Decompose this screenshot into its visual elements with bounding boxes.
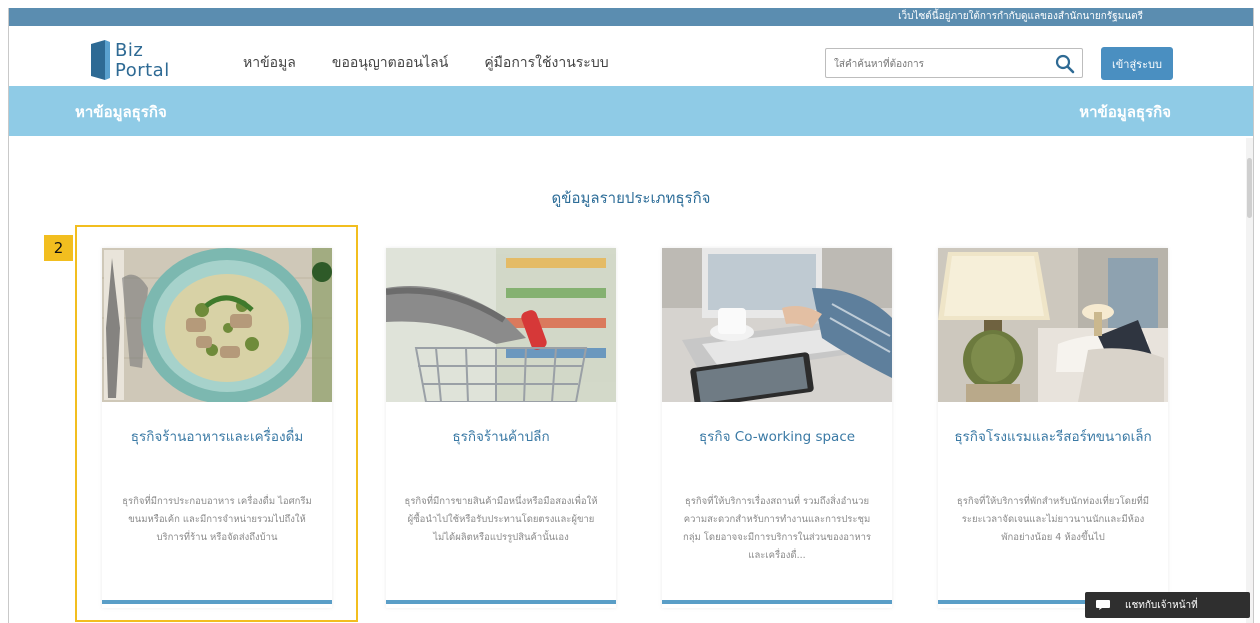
chat-with-staff-button[interactable]: แชทกับเจ้าหน้าที่	[1085, 592, 1250, 618]
card-description: ธุรกิจที่ให้บริการเรื่องสถานที่ รวมถึงสิ…	[682, 496, 872, 561]
breadcrumb[interactable]: หาข้อมูลธุรกิจ	[1079, 100, 1171, 124]
card-title[interactable]: ธุรกิจ Co-working space	[672, 424, 882, 450]
card-title[interactable]: ธุรกิจร้านค้าปลีก	[396, 424, 606, 450]
card-description: ธุรกิจที่ให้บริการที่พักสำหรับนักท่องเที…	[956, 496, 1150, 543]
card-image-shopping-cart	[386, 248, 616, 402]
card-description: ธุรกิจที่มีการขายสินค้ามือหนึ่งหรือมือสอ…	[404, 496, 598, 543]
search-input[interactable]	[834, 54, 1044, 74]
header: Biz Portal หาข้อมูล ขออนุญาตออนไลน์ คู่ม…	[9, 26, 1253, 92]
card-coworking[interactable]: ธุรกิจ Co-working space ธุรกิจที่ให้บริก…	[662, 248, 892, 608]
main-nav: หาข้อมูล ขออนุญาตออนไลน์ คู่มือการใช้งาน…	[243, 52, 609, 74]
card-title[interactable]: ธุรกิจโรงแรมและรีสอร์ทขนาดเล็ก	[948, 424, 1158, 450]
card-image-laptop-coffee	[662, 248, 892, 402]
business-types-heading: ดูข้อมูลรายประเภทธุรกิจ	[551, 189, 711, 207]
chat-label: แชทกับเจ้าหน้าที่	[1125, 600, 1198, 611]
highlight-box	[75, 225, 358, 622]
card-retail[interactable]: ธุรกิจร้านค้าปลีก ธุรกิจที่มีการขายสินค้…	[386, 248, 616, 608]
step-badge: 2	[44, 235, 73, 261]
logo-text-portal: Portal	[115, 60, 170, 81]
search-icon[interactable]	[1054, 53, 1076, 75]
logo-door-icon	[91, 40, 110, 80]
logo-text-biz: Biz	[115, 40, 144, 61]
login-button[interactable]: เข้าสู่ระบบ	[1101, 47, 1173, 80]
page-title: หาข้อมูลธุรกิจ	[75, 103, 167, 121]
search-box	[825, 48, 1083, 78]
nav-item-user-manual[interactable]: คู่มือการใช้งานระบบ	[484, 52, 608, 74]
nav-item-find-info[interactable]: หาข้อมูล	[243, 52, 296, 74]
section-bar: หาข้อมูลธุรกิจ หาข้อมูลธุรกิจ	[9, 86, 1253, 136]
card-image-hotel-lamp	[938, 248, 1168, 402]
chat-bubble-icon	[1096, 600, 1110, 610]
card-hotel[interactable]: ธุรกิจโรงแรมและรีสอร์ทขนาดเล็ก ธุรกิจที่…	[938, 248, 1168, 608]
gov-banner: เว็บไซต์นี้อยู่ภายใต้การกำกับดูแลของสำนั…	[9, 8, 1253, 26]
card-underline	[662, 600, 892, 604]
card-underline	[386, 600, 616, 604]
bizportal-logo[interactable]: Biz Portal	[89, 38, 179, 82]
nav-item-online-permit[interactable]: ขออนุญาตออนไลน์	[332, 52, 448, 74]
